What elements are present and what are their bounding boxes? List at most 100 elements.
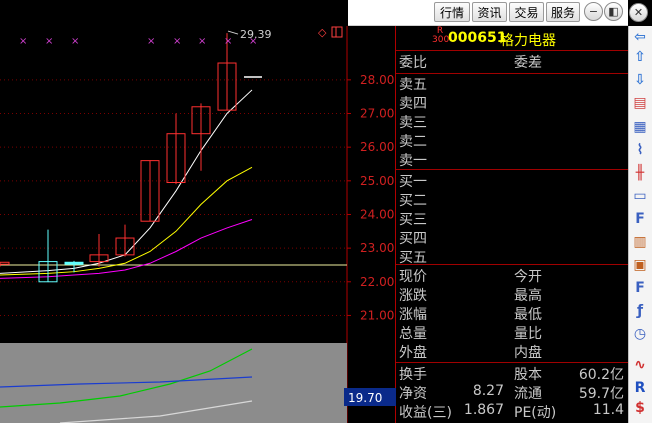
service-button[interactable]: 服务 xyxy=(546,2,580,22)
row-label-right: 今开 xyxy=(514,269,542,285)
row-label: 涨幅 xyxy=(399,307,427,323)
quote-list-icon[interactable]: ▤ xyxy=(631,94,649,112)
row-label-right: 最高 xyxy=(514,288,542,304)
price-tick-label: 22.00 xyxy=(360,275,394,289)
arrow-down-icon[interactable]: ⇩ xyxy=(631,71,649,89)
clock-icon[interactable]: ◷ xyxy=(631,325,649,343)
price-tick-label: 21.00 xyxy=(360,308,394,322)
row-label: 外盘 xyxy=(399,345,427,361)
row-label: 卖五 xyxy=(399,77,427,93)
row-label: 卖二 xyxy=(399,134,427,150)
row-label: 换手 xyxy=(399,367,427,383)
minimize-icon[interactable]: − xyxy=(584,2,603,21)
report-icon[interactable]: ▥ xyxy=(631,233,649,251)
buy-level-row: 买一 xyxy=(396,171,628,190)
restore-icon[interactable]: ◧ xyxy=(604,2,623,21)
signal-marker: × xyxy=(198,36,206,47)
notes-icon[interactable]: ▣ xyxy=(631,256,649,274)
stock-header: R 300 000651 格力电器 xyxy=(396,26,628,50)
row-label: 净资 xyxy=(399,386,427,402)
diamond-icon[interactable]: ◇ xyxy=(318,26,327,39)
quote-panel: R 300 000651 格力电器 委比 委差 卖五卖四 卖三卖二 卖一买一买二买三买… xyxy=(396,26,628,423)
wave-icon[interactable]: ∿ xyxy=(631,356,649,374)
sell-level-row: 卖一 xyxy=(396,150,628,169)
buy-level-row: 买二 xyxy=(396,190,628,209)
stat-row: 外盘 内盘 xyxy=(396,342,628,361)
row-label: 总量 xyxy=(399,326,427,342)
row-label-right: 流通 xyxy=(514,386,542,402)
dollar-icon[interactable]: $ xyxy=(631,399,649,417)
row-label: 买二 xyxy=(399,193,427,209)
signal-marker: × xyxy=(173,36,181,47)
top-toolbar: 行情 资讯 交易 服务 − ◧ xyxy=(348,0,628,26)
signal-marker: × xyxy=(71,36,79,47)
price-tick-label: 27.00 xyxy=(360,107,394,121)
price-tick-label: 25.00 xyxy=(360,174,394,188)
signal-marker: × xyxy=(147,36,155,47)
row-label-right: 量比 xyxy=(514,326,542,342)
news-button[interactable]: 资讯 xyxy=(472,2,507,22)
buy-level-row: 买三 xyxy=(396,209,628,228)
finance-f10-icon[interactable]: F xyxy=(631,210,649,228)
high-annotation-pointer xyxy=(227,30,239,35)
stock-code: 000651 xyxy=(448,30,507,46)
row-label: 买五 xyxy=(399,250,427,266)
kline-icon[interactable]: ╫ xyxy=(631,164,649,182)
row-label: 收益(三) xyxy=(399,405,452,421)
row-label: 涨跌 xyxy=(399,288,427,304)
row-label: 买一 xyxy=(399,174,427,190)
fundamental-row: 收益(三) 1.867 PE(动) 11.4 xyxy=(396,402,628,421)
text-icon[interactable]: ▭ xyxy=(631,187,649,205)
row-label-right: 内盘 xyxy=(514,345,542,361)
row-label-right: 股本 xyxy=(514,367,542,383)
formula-icon[interactable]: ƒ xyxy=(631,302,649,320)
row-label-right: 最低 xyxy=(514,307,542,323)
price-tick-label: 26.00 xyxy=(360,140,394,154)
row-label: 现价 xyxy=(399,269,427,285)
kline-chart[interactable]: 28.00 27.00 26.00 25.00 24.00 23.00 22.00 21.00… xyxy=(0,26,396,423)
moving-average-line xyxy=(0,166,253,276)
weicha-label: 委差 xyxy=(514,55,542,71)
panel-toggle-icon[interactable] xyxy=(331,26,343,38)
row-value: 1.867 xyxy=(463,402,504,418)
high-annotation-label: 29.39 xyxy=(240,28,272,41)
line-chart-icon[interactable]: ⌇ xyxy=(631,141,649,159)
stock-name: 格力电器 xyxy=(500,33,556,49)
moving-average-line xyxy=(0,89,253,274)
row-label: 买四 xyxy=(399,231,427,247)
stat-row: 现价 今开 xyxy=(396,266,628,285)
row-label-right: PE(动) xyxy=(514,405,557,421)
sell-level-row: 卖三 xyxy=(396,112,628,131)
fiz-icon[interactable]: F xyxy=(631,279,649,297)
moving-average-line xyxy=(0,219,253,279)
signal-marker: × xyxy=(224,36,232,47)
sell-level-row: 卖二 xyxy=(396,131,628,150)
stat-row: 总量 量比 xyxy=(396,323,628,342)
table-icon[interactable]: ▦ xyxy=(631,118,649,136)
sell-level-row: 卖四 xyxy=(396,93,628,112)
row-value-right: 60.2亿 xyxy=(578,367,624,383)
arrow-up-icon[interactable]: ⇧ xyxy=(631,48,649,66)
weibi-row: 委比 委差 xyxy=(396,52,628,71)
stat-row: 涨跌 最高 xyxy=(396,285,628,304)
weibi-label: 委比 xyxy=(399,55,427,71)
signal-marker: × xyxy=(45,36,53,47)
stock-badge: R 300 xyxy=(432,26,450,45)
candle-body xyxy=(0,261,10,265)
arrow-left-icon[interactable]: ⇦ xyxy=(631,28,649,46)
sell-level-row: 卖五 xyxy=(396,74,628,93)
close-icon[interactable]: ✕ xyxy=(629,3,648,22)
signal-marker: × xyxy=(19,36,27,47)
rsi-icon[interactable]: R xyxy=(631,379,649,397)
buy-level-row: 买四 xyxy=(396,228,628,247)
row-value: 8.27 xyxy=(472,383,504,399)
price-tick-label: 24.00 xyxy=(360,207,394,221)
current-price-tag-label: 19.70 xyxy=(348,391,382,405)
market-button[interactable]: 行情 xyxy=(434,2,470,22)
buy-level-row: 买五 xyxy=(396,247,628,266)
candle-body xyxy=(64,261,84,265)
stat-row: 涨幅 最低 xyxy=(396,304,628,323)
row-label: 卖四 xyxy=(399,96,427,112)
row-label: 买三 xyxy=(399,212,427,228)
trade-button[interactable]: 交易 xyxy=(509,2,544,22)
